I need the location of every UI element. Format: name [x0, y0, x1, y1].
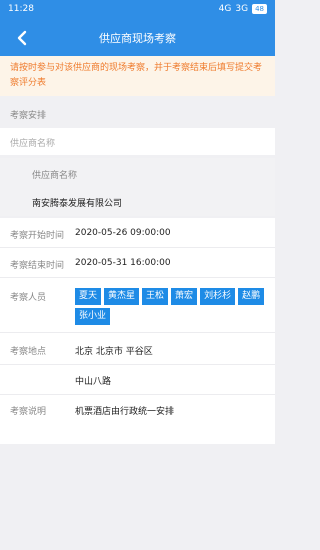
signal-3g-label: 3G: [235, 4, 249, 14]
status-bar: 11:28 4G 3G 48: [0, 0, 275, 20]
start-time-value: 2020-05-26 09:00:00: [75, 228, 171, 238]
staff-tag: 张小业: [75, 308, 111, 325]
section-title: 考察安排: [10, 111, 47, 121]
description-label: 考察说明: [10, 407, 47, 417]
location-label: 考察地点: [10, 347, 47, 357]
staff-label: 考察人员: [10, 293, 47, 303]
location-street: 中山八路: [75, 377, 112, 387]
start-time-label: 考察开始时间: [10, 231, 65, 241]
description-value: 机票酒店由行政统一安排: [75, 407, 175, 417]
battery-icon: 48: [252, 4, 267, 14]
staff-tag: 赵鹏: [238, 288, 265, 305]
divider: [0, 332, 275, 333]
staff-tag: 刘杉杉: [200, 288, 236, 305]
end-time-label: 考察结束时间: [10, 261, 65, 271]
notice-banner: 请按时参与对该供应商的现场考察，并于考察结束后填写提交考察评分表: [0, 56, 275, 96]
nav-bar: 供应商现场考察: [0, 20, 275, 56]
supplier-label: 供应商名称: [32, 171, 78, 181]
staff-tag: 王松: [142, 288, 169, 305]
staff-tag: 萧宏: [171, 288, 198, 305]
staff-tags: 夏天 黄杰星 王松 萧宏 刘杉杉 赵鹏 张小业: [75, 288, 265, 325]
staff-tag: 夏天: [75, 288, 102, 305]
page-title: 供应商现场考察: [99, 32, 176, 45]
status-icons: 4G 3G 48: [219, 4, 267, 14]
status-time: 11:28: [8, 4, 34, 14]
end-time-value: 2020-05-31 16:00:00: [75, 258, 171, 268]
location-region: 北京 北京市 平谷区: [75, 347, 153, 357]
supplier-caption: 供应商名称: [10, 139, 56, 149]
divider: [0, 394, 275, 395]
staff-tag: 黄杰星: [104, 288, 140, 305]
signal-4g-label: 4G: [218, 4, 232, 14]
divider: [0, 277, 275, 278]
divider: [0, 364, 275, 365]
supplier-box: 供应商名称 南安腾泰发展有限公司: [0, 158, 275, 216]
divider: [0, 247, 275, 248]
supplier-value: 南安腾泰发展有限公司: [32, 199, 123, 209]
supplier-caption-row: 供应商名称: [0, 128, 275, 155]
